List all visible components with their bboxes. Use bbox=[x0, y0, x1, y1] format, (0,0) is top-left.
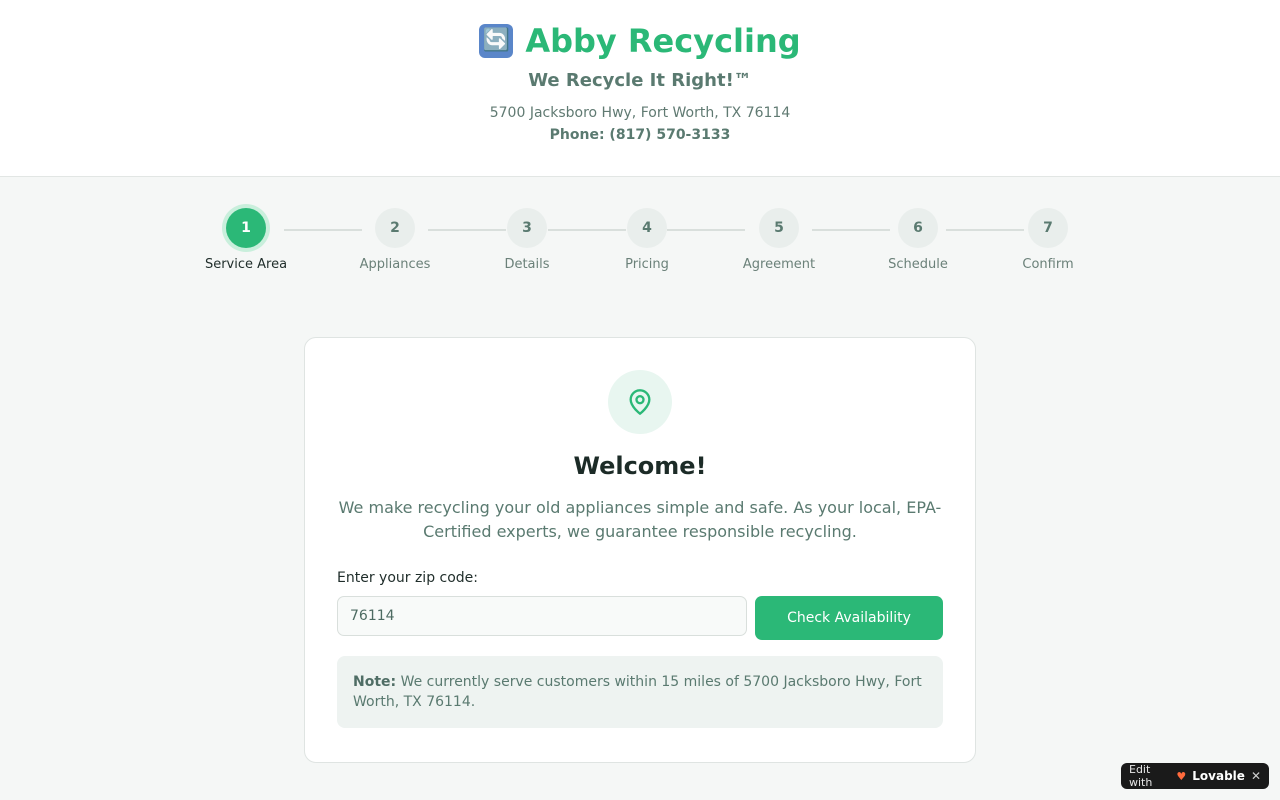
progress-stepper: 1 Service Area 2 Appliances 3 Details 4 … bbox=[0, 208, 1280, 278]
step-service-area[interactable]: 1 Service Area bbox=[191, 208, 301, 272]
brand-name: Abby Recycling bbox=[525, 22, 801, 60]
map-pin-icon bbox=[629, 389, 651, 415]
note-label: Note: bbox=[353, 674, 397, 690]
step-label: Pricing bbox=[625, 257, 669, 272]
close-icon[interactable]: ✕ bbox=[1251, 769, 1261, 783]
step-number: 7 bbox=[1028, 208, 1068, 248]
step-number: 5 bbox=[759, 208, 799, 248]
badge-brand: Lovable bbox=[1192, 769, 1245, 783]
welcome-heading: Welcome! bbox=[573, 452, 707, 480]
step-schedule[interactable]: 6 Schedule bbox=[863, 208, 973, 272]
step-number: 1 bbox=[226, 208, 266, 248]
map-pin-icon-badge bbox=[608, 370, 672, 434]
brand[interactable]: 🔄 Abby Recycling bbox=[0, 20, 1280, 62]
step-number: 6 bbox=[898, 208, 938, 248]
step-details[interactable]: 3 Details bbox=[472, 208, 582, 272]
zip-code-input[interactable] bbox=[337, 596, 747, 636]
site-header: 🔄 Abby Recycling We Recycle It Right!™ 5… bbox=[0, 0, 1280, 177]
step-label: Appliances bbox=[359, 257, 431, 272]
tagline: We Recycle It Right!™ bbox=[528, 70, 752, 91]
check-availability-button[interactable]: Check Availability bbox=[755, 596, 943, 640]
step-agreement[interactable]: 5 Agreement bbox=[724, 208, 834, 272]
step-confirm[interactable]: 7 Confirm bbox=[993, 208, 1103, 272]
lovable-heart-icon: ♥ bbox=[1176, 769, 1187, 783]
business-address: 5700 Jacksboro Hwy, Fort Worth, TX 76114 bbox=[489, 105, 791, 121]
recycle-icon: 🔄 bbox=[479, 24, 514, 58]
step-number: 3 bbox=[507, 208, 547, 248]
step-label: Schedule bbox=[888, 257, 948, 272]
step-label: Details bbox=[504, 257, 550, 272]
note-text: We currently serve customers within 15 m… bbox=[353, 674, 922, 710]
welcome-description: We make recycling your old appliances si… bbox=[338, 498, 942, 541]
step-number: 4 bbox=[627, 208, 667, 248]
step-label: Agreement bbox=[742, 257, 816, 272]
zip-code-row: Check Availability bbox=[337, 596, 943, 640]
zip-code-label: Enter your zip code: bbox=[337, 570, 479, 586]
step-label: Service Area bbox=[204, 257, 288, 272]
step-appliances[interactable]: 2 Appliances bbox=[340, 208, 450, 272]
step-label: Confirm bbox=[1022, 257, 1074, 272]
service-area-card: Welcome! We make recycling your old appl… bbox=[304, 337, 976, 763]
step-pricing[interactable]: 4 Pricing bbox=[592, 208, 702, 272]
step-number: 2 bbox=[375, 208, 415, 248]
badge-prefix: Edit with bbox=[1129, 763, 1153, 789]
edit-with-lovable-badge[interactable]: Edit with ♥ Lovable ✕ bbox=[1121, 763, 1269, 789]
service-area-note: Note: We currently serve customers withi… bbox=[337, 656, 943, 728]
business-phone: Phone: (817) 570-3133 bbox=[549, 127, 731, 143]
